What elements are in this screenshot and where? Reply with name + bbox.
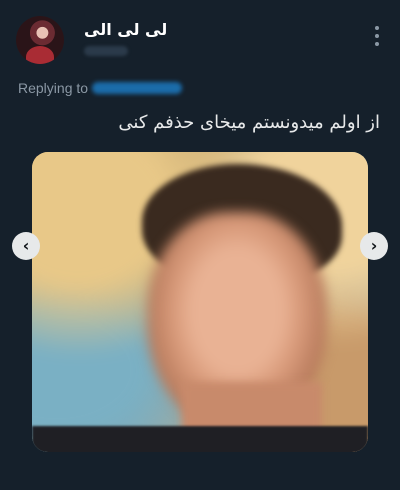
replying-to-label: Replying to bbox=[18, 80, 89, 96]
chevron-right-icon[interactable]: › bbox=[360, 232, 388, 260]
more-dot bbox=[375, 26, 379, 30]
photo-shirt bbox=[32, 426, 368, 452]
tweet-photo[interactable] bbox=[32, 152, 368, 452]
more-dot bbox=[375, 42, 379, 46]
more-dot bbox=[375, 34, 379, 38]
chevron-left-icon[interactable]: ‹ bbox=[12, 232, 40, 260]
tweet-card[interactable]: لی لی الی Replying to از اولم میدونستم م… bbox=[0, 0, 400, 490]
tweet-text: از اولم میدونستم میخای حذفم کنی bbox=[118, 112, 380, 133]
display-name[interactable]: لی لی الی bbox=[84, 20, 167, 39]
replying-to-handle[interactable] bbox=[92, 82, 182, 94]
avatar[interactable] bbox=[16, 16, 64, 64]
more-options-icon[interactable] bbox=[374, 26, 380, 48]
username-handle[interactable] bbox=[84, 46, 128, 56]
